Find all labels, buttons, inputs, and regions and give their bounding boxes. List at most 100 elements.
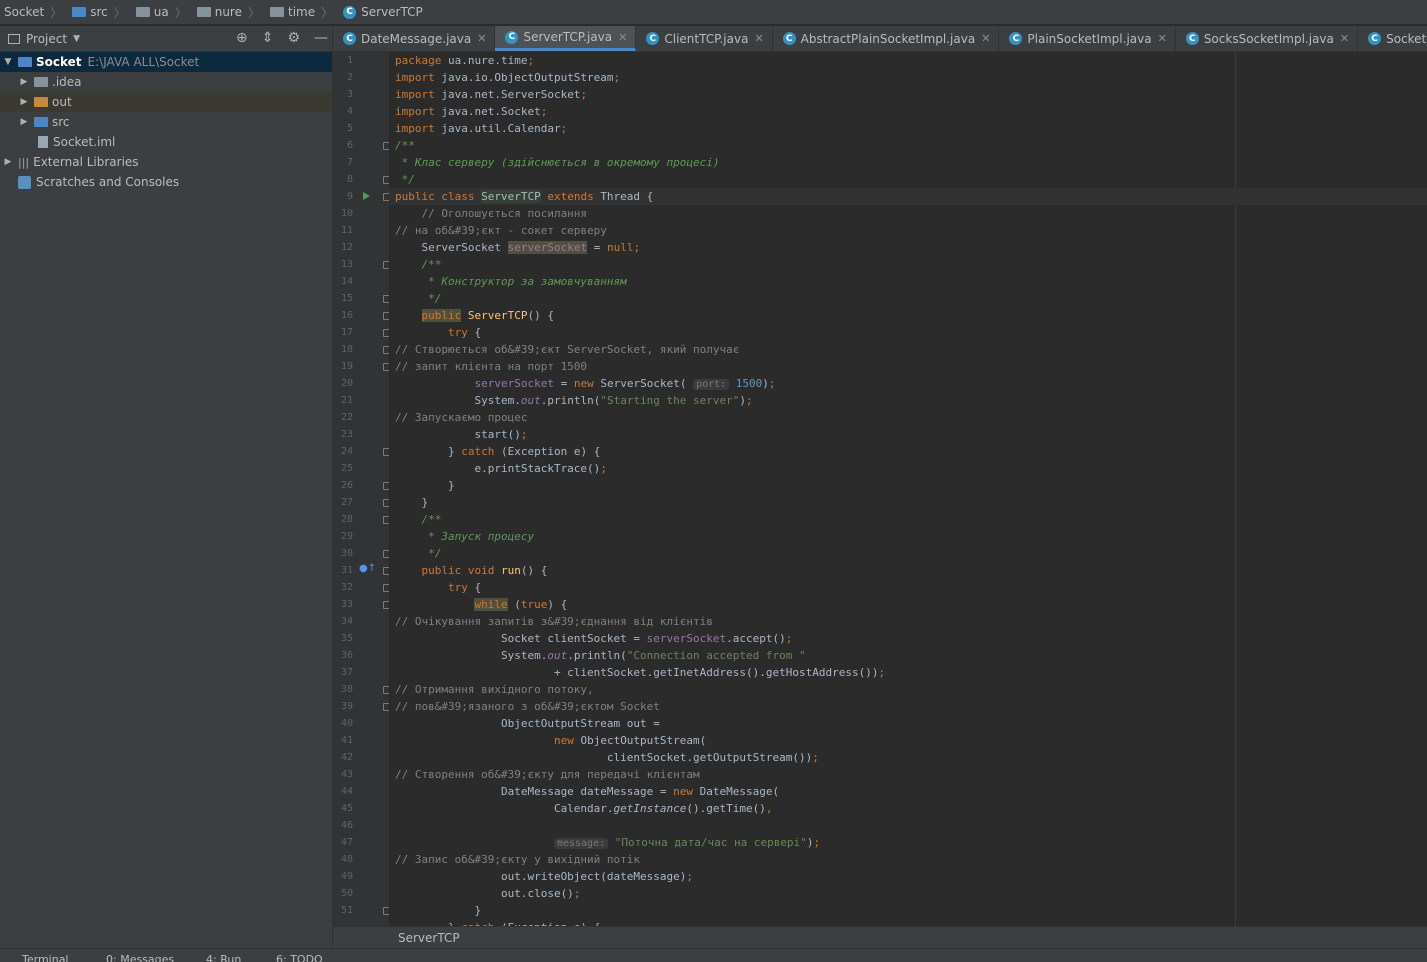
class-icon: C	[782, 32, 796, 45]
tree-item-external-libraries[interactable]: ▶ ||| External Libraries	[0, 152, 332, 172]
expand-right-icon[interactable]: ▶	[18, 97, 30, 107]
tree-item-label: Scratches and Consoles	[36, 175, 180, 189]
excluded-folder-icon	[34, 97, 48, 107]
code-line: Calendar.getInstance().getTime(),	[395, 802, 773, 815]
code-line: import java.util.Calendar;	[395, 122, 568, 135]
code-line: DateMessage dateMessage = new DateMessag…	[395, 785, 780, 798]
code-line: // Очікування запитів з&#39;єднання від …	[395, 615, 713, 628]
tree-root-label: Socket	[36, 55, 82, 69]
tree-item-idea[interactable]: ▶ .idea	[0, 72, 332, 92]
tab-plainsocketimpl[interactable]: C PlainSocketImpl.java ✕	[999, 26, 1176, 51]
line-number: 27	[340, 497, 353, 508]
tree-item-label: Socket.iml	[53, 135, 116, 149]
close-icon[interactable]: ✕	[477, 32, 486, 45]
run-gutter-icon[interactable]	[363, 192, 370, 200]
breadcrumb-nure[interactable]: nure 〉	[196, 4, 264, 21]
parameter-hint-message: message:	[553, 838, 609, 849]
editor-breadcrumb[interactable]: ServerTCP	[333, 926, 1427, 948]
breadcrumb-label: ua	[153, 5, 169, 19]
line-number: 36	[340, 650, 353, 661]
line-number: 25	[340, 463, 353, 474]
expand-down-icon[interactable]: ▼	[2, 57, 14, 67]
class-icon: C	[343, 5, 357, 19]
folder-icon	[34, 77, 48, 87]
line-number: 17	[340, 327, 353, 338]
line-number: 14	[340, 276, 353, 287]
gear-icon[interactable]: ⚙	[287, 30, 300, 46]
library-icon: |||	[18, 155, 30, 169]
close-icon[interactable]: ✕	[754, 32, 763, 45]
code-line: message: "Поточна дата/час на сервері");	[395, 834, 820, 851]
editor-breadcrumb-label[interactable]: ServerTCP	[398, 931, 460, 945]
line-number: 18	[340, 344, 353, 355]
line-number: 51	[340, 905, 353, 916]
breadcrumb-ua[interactable]: ua 〉	[135, 4, 191, 21]
tab-clienttcp[interactable]: C ClientTCP.java ✕	[636, 26, 773, 51]
breadcrumb-label: ServerTCP	[361, 5, 423, 19]
tab-label: SocksSocketImpl.java	[1203, 31, 1334, 46]
chevron-down-icon[interactable]: ▼	[73, 34, 80, 44]
package-icon	[135, 7, 150, 17]
code-line: out.close();	[395, 887, 581, 900]
project-view-selector[interactable]: Project	[26, 32, 67, 46]
tab-servertcp[interactable]: C ServerTCP.java ✕	[495, 26, 637, 51]
close-icon[interactable]: ✕	[1340, 32, 1349, 45]
breadcrumb-time[interactable]: time 〉	[270, 4, 337, 21]
tree-item-scratches[interactable]: Scratches and Consoles	[0, 172, 332, 192]
line-number: 21	[340, 395, 353, 406]
tab-label: ServerTCP.java	[523, 30, 613, 44]
code-line: ObjectOutputStream out =	[395, 717, 660, 730]
close-icon[interactable]: ✕	[618, 31, 627, 44]
line-number: 8	[346, 174, 353, 185]
editor-tabs: C DateMessage.java ✕ C ServerTCP.java ✕ C Cli…	[333, 26, 1427, 52]
hide-icon[interactable]: —	[314, 30, 328, 46]
line-number: 2	[346, 72, 353, 83]
code-line: * Клас серверу (здійснюється в окремому …	[395, 156, 720, 169]
line-number: 20	[340, 378, 353, 389]
code-line: System.out.println("Connection accepted …	[395, 649, 806, 662]
code-editor[interactable]: package ua.nure.time; import java.io.Obj…	[389, 52, 1427, 926]
code-line: } catch (Exception e) {	[395, 445, 601, 458]
line-number: 50	[340, 888, 353, 899]
line-number: 38	[340, 684, 353, 695]
code-line: * Конструктор за замовчуванням	[395, 275, 627, 288]
line-number: 19	[340, 361, 353, 372]
tab-label: DateMessage.java	[361, 31, 472, 46]
expand-right-icon[interactable]: ▶	[18, 77, 30, 87]
chevron-right-icon: 〉	[50, 5, 63, 20]
tree-item-src[interactable]: ▶ src	[0, 112, 332, 132]
package-icon	[270, 7, 284, 17]
right-margin-guide	[1235, 52, 1236, 926]
locate-icon[interactable]: ⊕	[236, 30, 248, 46]
class-icon: C	[1009, 32, 1023, 45]
close-icon[interactable]: ✕	[981, 32, 990, 45]
scratches-icon	[18, 175, 31, 189]
tab-sockssocketimpl[interactable]: C SocksSocketImpl.java ✕	[1176, 26, 1359, 51]
class-icon: C	[1368, 32, 1382, 45]
editor-gutter[interactable]: 1 2 3 4 5 6 7 8 9 10 11 12 13 14 15 16 17 18 19 20 21 22 23 24 2…	[333, 52, 389, 926]
override-method-icon[interactable]: ●↑	[359, 563, 376, 574]
line-number: 3	[346, 89, 353, 100]
chevron-right-icon: 〉	[321, 5, 334, 20]
expand-right-icon[interactable]: ▶	[18, 117, 30, 127]
tab-datemessage[interactable]: C DateMessage.java ✕	[333, 26, 496, 51]
code-line: import java.net.ServerSocket;	[395, 88, 588, 101]
close-icon[interactable]: ✕	[1158, 32, 1167, 45]
tab-socket[interactable]: CSocket.java✕	[1358, 26, 1427, 51]
code-line: // Оголошується посилання	[395, 207, 588, 220]
line-number: 49	[340, 871, 353, 882]
line-number: 10	[340, 208, 353, 219]
breadcrumb-project[interactable]: Socket 〉	[4, 4, 66, 21]
tab-abstractplainsocketimpl[interactable]: C AbstractPlainSocketImpl.java ✕	[773, 26, 1000, 51]
breadcrumb-servertcp[interactable]: C ServerTCP	[343, 5, 423, 19]
tree-item-socket-root[interactable]: ▼ Socket E:\JAVA ALL\Socket	[0, 52, 332, 72]
line-number: 42	[340, 752, 353, 763]
code-line: try {	[447, 326, 482, 339]
tree-item-out[interactable]: ▶ out	[0, 92, 332, 112]
tree-item-socket-iml[interactable]: Socket.iml	[0, 132, 332, 152]
breadcrumb-src[interactable]: src 〉	[72, 4, 130, 21]
collapse-all-icon[interactable]: ⇕	[262, 30, 274, 46]
code-line: // Створення об&#39;єкту для передачі кл…	[395, 768, 700, 781]
expand-right-icon[interactable]: ▶	[2, 157, 14, 167]
class-icon: C	[646, 32, 660, 45]
